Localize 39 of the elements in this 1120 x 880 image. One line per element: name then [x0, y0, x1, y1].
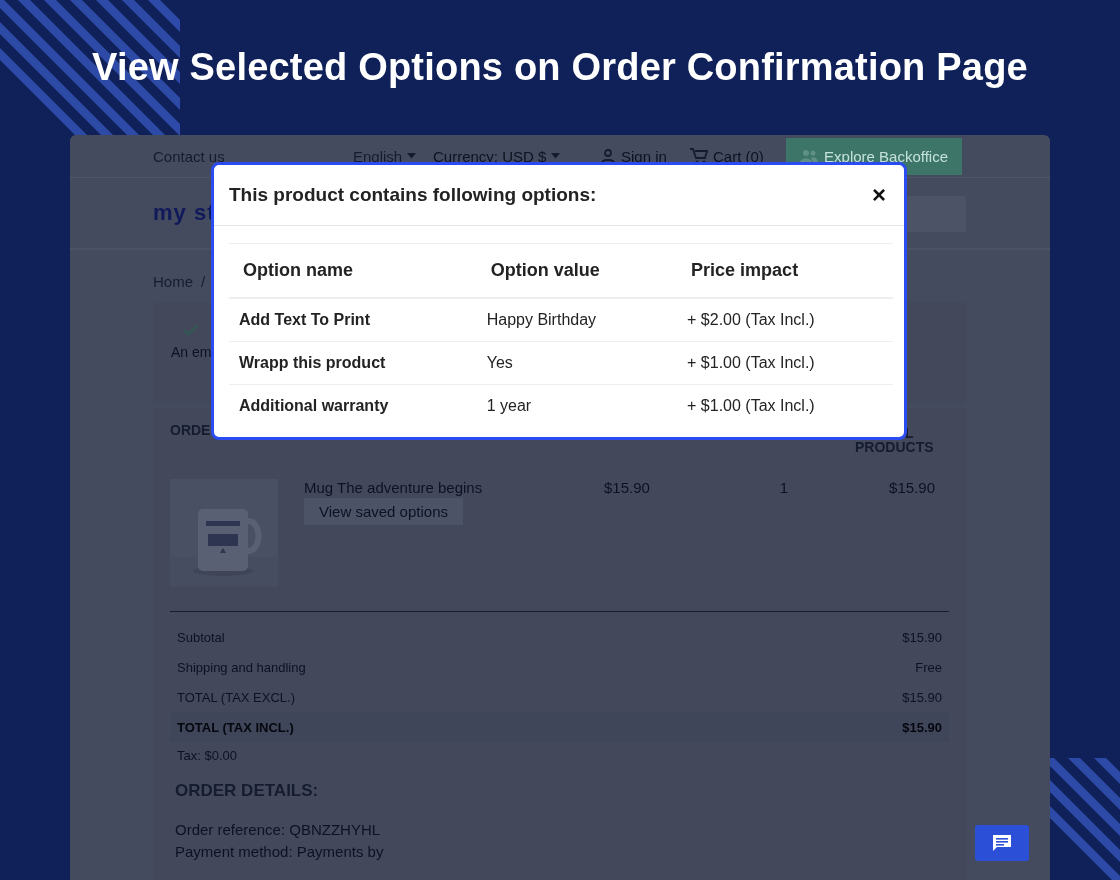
total-value: Free — [915, 659, 942, 675]
line-total: $15.90 — [889, 479, 935, 498]
column-header: Option value — [476, 243, 678, 298]
total-value: $15.90 — [902, 719, 942, 735]
table-cell: Additional warranty — [229, 384, 477, 427]
order-detail: Payment method: Payments by — [175, 843, 385, 860]
currency-selector[interactable]: Currency: USD $ — [433, 147, 547, 165]
caret-icon — [407, 153, 417, 159]
table-cell: Wrapp this product — [229, 341, 477, 385]
close-button[interactable]: × — [868, 181, 890, 209]
table-cell: 1 year — [476, 384, 678, 427]
table-cell: Add Text To Print — [229, 298, 477, 342]
product-name[interactable]: Mug The adventure begins — [304, 479, 604, 496]
page-title: View Selected Options on Order Confirmation Page — [92, 46, 1028, 89]
total-label: Subtotal — [177, 629, 225, 645]
column-header: Price impact — [677, 243, 893, 298]
dialog-title: This product contains following options: — [229, 184, 597, 206]
table-cell: + $1.00 (Tax Incl.) — [677, 384, 893, 427]
quantity: 1 — [778, 479, 790, 498]
chat-icon — [992, 834, 1012, 852]
total-value: $15.90 — [902, 629, 942, 645]
total-label: TOTAL (TAX EXCL.) — [177, 689, 295, 705]
table-cell: + $1.00 (Tax Incl.) — [677, 341, 893, 385]
unit-price: $15.90 — [604, 479, 651, 498]
table-cell: Yes — [476, 341, 678, 385]
total-value: $15.90 — [902, 689, 942, 705]
caret-icon — [551, 153, 561, 159]
order-detail: Order reference: QBNZZHYHL — [175, 821, 382, 838]
total-label: TOTAL (TAX INCL.) — [177, 719, 294, 735]
user-icon — [600, 148, 616, 164]
table-cell: + $2.00 (Tax Incl.) — [677, 298, 893, 342]
column-header: Option name — [229, 243, 477, 298]
tax-amount: Tax: $0.00 — [176, 747, 238, 763]
chat-button[interactable] — [975, 825, 1029, 861]
confirmation-message: An em — [171, 344, 212, 360]
total-label: Shipping and handling — [177, 659, 306, 675]
view-options-button[interactable]: View saved options — [304, 498, 463, 525]
table-cell: Happy Birthday — [476, 298, 678, 342]
breadcrumb-separator: / — [201, 273, 206, 290]
